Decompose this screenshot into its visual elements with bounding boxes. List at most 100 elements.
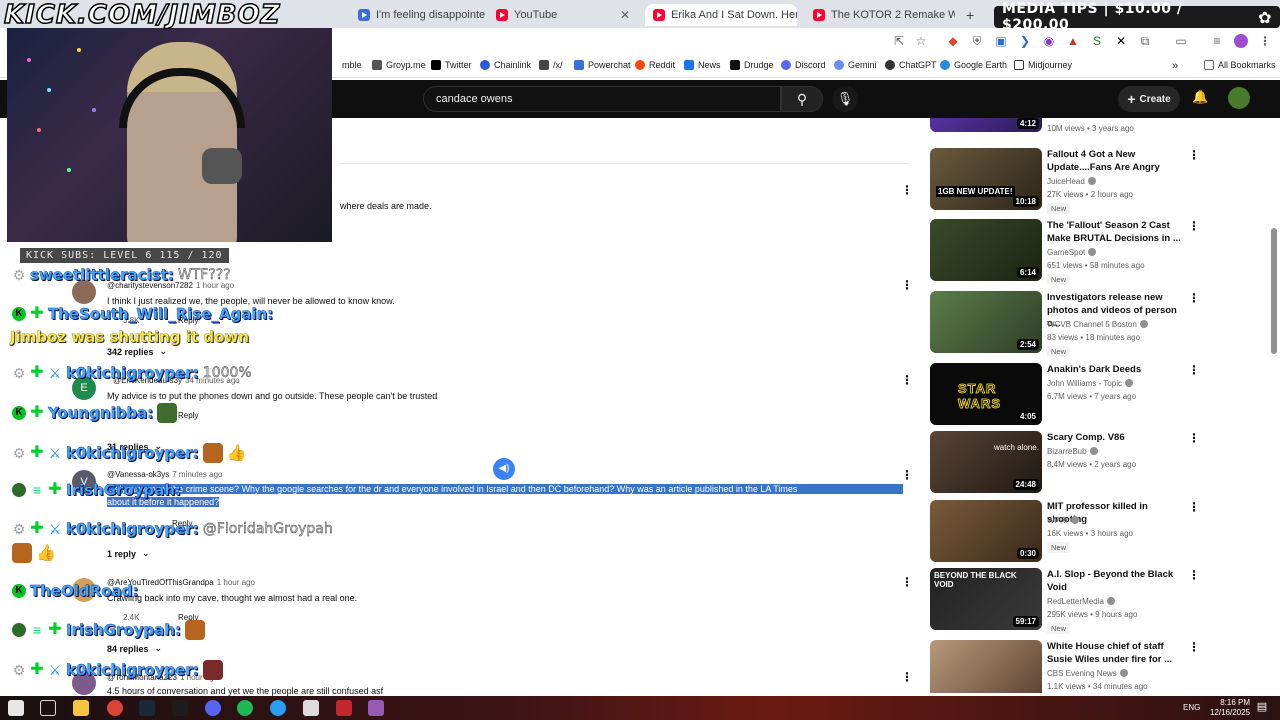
shield-icon[interactable]: ⛨ xyxy=(970,34,984,48)
comment-menu-icon[interactable]: ⋮ xyxy=(901,468,913,482)
language-indicator[interactable]: ENG xyxy=(1183,703,1200,712)
video-thumbnail[interactable]: 4:12 xyxy=(930,118,1042,132)
windows-start-icon[interactable] xyxy=(8,700,24,716)
commenter-handle[interactable]: @Vanessa-ok3ys xyxy=(107,470,169,479)
video-thumbnail[interactable] xyxy=(930,640,1042,693)
bookmark-item[interactable]: Twitter xyxy=(431,60,472,70)
video-channel[interactable]: WCVB Channel 5 Boston xyxy=(1047,320,1148,329)
browser-tab[interactable]: YouTube ✕ xyxy=(488,4,638,26)
bookmark-item[interactable]: Reddit xyxy=(635,60,675,70)
extension-icon[interactable]: ◆ xyxy=(946,34,960,48)
bookmark-item[interactable]: Discord xyxy=(781,60,826,70)
reading-list-icon[interactable]: ≡ xyxy=(1210,34,1224,48)
notifications-bell-icon[interactable]: 🔔 xyxy=(1192,89,1208,105)
video-menu-icon[interactable]: ⋮ xyxy=(1188,431,1200,445)
bookmark-item[interactable]: Groyp.me xyxy=(372,60,426,70)
video-title[interactable]: A.I. Slop - Beyond the Black Void xyxy=(1047,568,1187,594)
video-channel[interactable]: JuiceHead xyxy=(1047,177,1096,186)
chrome-icon[interactable] xyxy=(107,700,123,716)
account-avatar[interactable] xyxy=(1228,87,1250,109)
steam-icon[interactable] xyxy=(139,700,155,716)
all-bookmarks[interactable]: All Bookmarks xyxy=(1204,60,1276,70)
video-thumbnail[interactable]: 6:14 xyxy=(930,219,1042,281)
new-tab-button[interactable]: + xyxy=(958,4,980,26)
video-title[interactable]: The 'Fallout' Season 2 Cast Make BRUTAL … xyxy=(1047,219,1187,245)
video-channel[interactable]: John Williams - Topic xyxy=(1047,379,1133,388)
browser-menu-icon[interactable]: ⋮ xyxy=(1258,34,1272,48)
bookmark-item[interactable]: News xyxy=(684,60,721,70)
view-replies-button[interactable]: 1 reply ⌄ xyxy=(107,548,150,559)
video-thumbnail[interactable]: 1GB NEW UPDATE! 10:18 xyxy=(930,148,1042,210)
x-icon[interactable]: ✕ xyxy=(1114,34,1128,48)
video-title[interactable]: White House chief of staff Susie Wiles u… xyxy=(1047,640,1187,666)
video-menu-icon[interactable]: ⋮ xyxy=(1188,640,1200,654)
reply-button[interactable]: Reply xyxy=(178,411,198,420)
video-title[interactable]: Fallout 4 Got a New Update....Fans Are A… xyxy=(1047,148,1187,174)
spotify-icon[interactable] xyxy=(237,700,253,716)
view-replies-button[interactable]: 342 replies ⌄ xyxy=(107,346,167,357)
install-icon[interactable]: ⇱ xyxy=(892,34,906,48)
comment-menu-icon[interactable]: ⋮ xyxy=(901,670,913,684)
comment-menu-icon[interactable]: ⋮ xyxy=(901,183,913,197)
bookmark-item[interactable]: Google Earth xyxy=(940,60,1007,70)
bookmark-item[interactable]: Chainlink xyxy=(480,60,531,70)
file-explorer-icon[interactable] xyxy=(73,700,89,716)
bookmark-item[interactable]: Powerchat xyxy=(574,60,631,70)
browser-tab-active[interactable]: Erika And I Sat Down. Here's W ✕ xyxy=(645,4,797,26)
app-icon[interactable] xyxy=(368,700,384,716)
extension-icon[interactable]: ▣ xyxy=(994,34,1008,48)
search-input[interactable]: candace owens xyxy=(423,86,781,112)
video-menu-icon[interactable]: ⋮ xyxy=(1188,500,1200,514)
bookmark-item[interactable]: Gemini xyxy=(834,60,877,70)
video-thumbnail[interactable]: BEYOND THE BLACK VOID 59:17 xyxy=(930,568,1042,630)
more-bookmarks-icon[interactable]: » xyxy=(1172,60,1178,72)
video-channel[interactable]: WPRI xyxy=(1047,516,1079,525)
bookmark-item[interactable]: mble xyxy=(342,60,362,70)
video-menu-icon[interactable]: ⋮ xyxy=(1188,568,1200,582)
video-thumbnail[interactable]: STAR WARS 4:05 xyxy=(930,363,1042,425)
video-channel[interactable]: CBS Evening News xyxy=(1047,669,1128,678)
create-button[interactable]: + Create xyxy=(1118,86,1180,112)
browser-tab[interactable]: I'm feeling disappointed to xyxy=(350,4,485,26)
bookmark-item[interactable]: Drudge xyxy=(730,60,774,70)
close-tab-icon[interactable]: ✕ xyxy=(620,8,630,22)
video-menu-icon[interactable]: ⋮ xyxy=(1188,219,1200,233)
view-replies-button[interactable]: 84 replies ⌄ xyxy=(107,643,162,654)
video-thumbnail[interactable]: watch alone. 24:48 xyxy=(930,431,1042,493)
telegram-icon[interactable] xyxy=(270,700,286,716)
bookmark-star-icon[interactable]: ☆ xyxy=(914,34,928,48)
video-channel[interactable]: RedLetterMedia xyxy=(1047,597,1115,606)
comment-menu-icon[interactable]: ⋮ xyxy=(901,278,913,292)
video-channel[interactable]: BizarreBub xyxy=(1047,447,1098,456)
video-thumbnail[interactable]: 0:30 xyxy=(930,500,1042,562)
terminal-icon[interactable] xyxy=(172,700,188,716)
video-title[interactable]: Anakin's Dark Deeds xyxy=(1047,363,1187,376)
video-title[interactable]: Scary Comp. V86 xyxy=(1047,431,1187,444)
bookmark-item[interactable]: /x/ xyxy=(539,60,563,70)
puzzle-icon[interactable]: ⧉ xyxy=(1138,34,1152,48)
app-icon[interactable] xyxy=(303,700,319,716)
comment-time[interactable]: 7 minutes ago xyxy=(172,470,222,479)
system-clock[interactable]: 8:16 PM 12/16/2025 xyxy=(1210,698,1250,718)
extension-icon[interactable]: ▲ xyxy=(1066,34,1080,48)
video-menu-icon[interactable]: ⋮ xyxy=(1188,363,1200,377)
discord-icon[interactable] xyxy=(205,700,221,716)
voice-search-button[interactable]: 🎙 xyxy=(832,86,858,112)
extension-icon[interactable]: ❯ xyxy=(1018,34,1032,48)
browser-tab[interactable]: The KOTOR 2 Remake Was Quie ✕ xyxy=(805,4,955,26)
speaker-icon[interactable]: ◀) xyxy=(493,458,515,480)
sidepanel-icon[interactable]: ▭ xyxy=(1174,34,1188,48)
bookmark-item[interactable]: Midjourney xyxy=(1014,60,1072,70)
comment-menu-icon[interactable]: ⋮ xyxy=(901,575,913,589)
comment-menu-icon[interactable]: ⋮ xyxy=(901,373,913,387)
page-scrollbar[interactable] xyxy=(1271,228,1277,354)
video-channel[interactable]: GameSpot xyxy=(1047,248,1097,257)
extension-icon[interactable]: S xyxy=(1090,34,1104,48)
bookmark-item[interactable]: ChatGPT xyxy=(885,60,937,70)
extension-icon[interactable]: ◉ xyxy=(1042,34,1056,48)
video-thumbnail[interactable]: 2:54 xyxy=(930,291,1042,353)
search-button[interactable]: ⚲ xyxy=(781,86,823,112)
video-menu-icon[interactable]: ⋮ xyxy=(1188,291,1200,305)
video-menu-icon[interactable]: ⋮ xyxy=(1188,148,1200,162)
notification-icon[interactable]: ▤ xyxy=(1254,700,1270,716)
